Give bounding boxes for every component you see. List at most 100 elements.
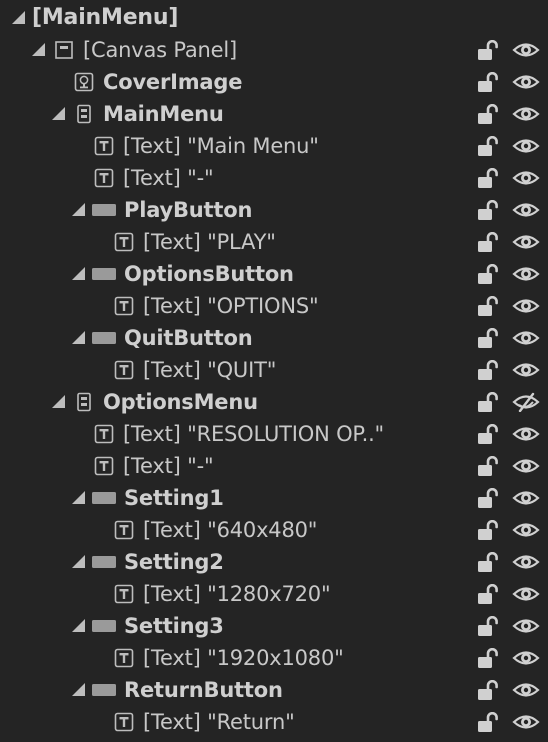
unlocked-padlock-icon[interactable]	[477, 648, 501, 670]
text-icon	[114, 520, 134, 540]
expand-arrow-icon[interactable]	[52, 107, 65, 120]
tree-row-optionsbutton[interactable]: OptionsButton	[0, 258, 548, 290]
unlocked-padlock-icon[interactable]	[477, 40, 501, 62]
tree-row-setting3[interactable]: Setting3	[0, 610, 548, 642]
expand-arrow-icon[interactable]	[52, 395, 65, 408]
tree-item-label: QuitButton	[124, 326, 253, 350]
tree-item-label: [Text] "Return"	[143, 710, 295, 734]
unlocked-padlock-icon[interactable]	[477, 584, 501, 606]
text-icon	[114, 296, 134, 316]
tree-row-text-quit[interactable]: [Text] "QUIT"	[0, 354, 548, 386]
eye-icon[interactable]	[512, 488, 540, 508]
unlocked-padlock-icon[interactable]	[477, 456, 501, 478]
unlocked-padlock-icon[interactable]	[477, 712, 501, 734]
expand-arrow-icon[interactable]	[32, 43, 45, 56]
tree-row-canvas-panel[interactable]: [Canvas Panel]	[0, 34, 548, 66]
tree-row-mainmenu[interactable]: MainMenu	[0, 98, 548, 130]
eye-icon[interactable]	[512, 456, 540, 476]
tree-item-label: Setting1	[124, 486, 224, 510]
unlocked-padlock-icon[interactable]	[477, 552, 501, 574]
tree-row-setting2[interactable]: Setting2	[0, 546, 548, 578]
tree-row-optionsmenu[interactable]: OptionsMenu	[0, 386, 548, 418]
eye-icon[interactable]	[512, 104, 540, 124]
button-icon	[92, 680, 116, 700]
tree-row-quitbutton[interactable]: QuitButton	[0, 322, 548, 354]
eye-icon[interactable]	[512, 648, 540, 668]
unlocked-padlock-icon[interactable]	[477, 232, 501, 254]
unlocked-padlock-icon[interactable]	[477, 200, 501, 222]
tree-row-text-resolution-op[interactable]: [Text] "RESOLUTION OP.."	[0, 418, 548, 450]
text-icon	[114, 232, 134, 252]
unlocked-padlock-icon[interactable]	[477, 488, 501, 510]
tree-item-label: ReturnButton	[124, 678, 283, 702]
expand-arrow-icon[interactable]	[72, 491, 85, 504]
expand-arrow-icon[interactable]	[72, 619, 85, 632]
tree-row-text[interactable]: [Text] "-"	[0, 450, 548, 482]
tree-row-text-main-menu[interactable]: [Text] "Main Menu"	[0, 130, 548, 162]
tree-item-label: [Text] "RESOLUTION OP.."	[123, 422, 385, 446]
unlocked-padlock-icon[interactable]	[477, 424, 501, 446]
eye-hidden-icon[interactable]	[512, 392, 540, 412]
text-icon	[94, 424, 114, 444]
tree-row-playbutton[interactable]: PlayButton	[0, 194, 548, 226]
tree-item-label: [Canvas Panel]	[83, 38, 237, 62]
tree-row-text-1920x1080[interactable]: [Text] "1920x1080"	[0, 642, 548, 674]
tree-item-label: OptionsButton	[124, 262, 294, 286]
tree-row-returnbutton[interactable]: ReturnButton	[0, 674, 548, 706]
eye-icon[interactable]	[512, 584, 540, 604]
tree-row-mainmenu[interactable]: [MainMenu]	[0, 2, 548, 34]
tree-item-label: [Text] "Main Menu"	[123, 134, 319, 158]
eye-icon[interactable]	[512, 136, 540, 156]
expand-arrow-icon[interactable]	[72, 203, 85, 216]
expand-arrow-icon[interactable]	[72, 331, 85, 344]
eye-icon[interactable]	[512, 296, 540, 316]
eye-icon[interactable]	[512, 360, 540, 380]
eye-icon[interactable]	[512, 616, 540, 636]
vertical-box-icon	[74, 392, 94, 412]
expand-arrow-icon[interactable]	[72, 555, 85, 568]
unlocked-padlock-icon[interactable]	[477, 104, 501, 126]
unlocked-padlock-icon[interactable]	[477, 264, 501, 286]
unlocked-padlock-icon[interactable]	[477, 136, 501, 158]
tree-item-label: [Text] "QUIT"	[143, 358, 277, 382]
expand-arrow-icon[interactable]	[72, 267, 85, 280]
tree-row-setting1[interactable]: Setting1	[0, 482, 548, 514]
tree-item-label: [Text] "1280x720"	[143, 582, 331, 606]
tree-item-label: [Text] "-"	[123, 454, 214, 478]
tree-row-coverimage[interactable]: CoverImage	[0, 66, 548, 98]
unlocked-padlock-icon[interactable]	[477, 168, 501, 190]
expand-arrow-icon[interactable]	[72, 683, 85, 696]
eye-icon[interactable]	[512, 72, 540, 92]
text-icon	[94, 136, 114, 156]
eye-icon[interactable]	[512, 40, 540, 60]
eye-icon[interactable]	[512, 712, 540, 732]
unlocked-padlock-icon[interactable]	[477, 680, 501, 702]
eye-icon[interactable]	[512, 168, 540, 188]
tree-row-text-options[interactable]: [Text] "OPTIONS"	[0, 290, 548, 322]
tree-row-text-play[interactable]: [Text] "PLAY"	[0, 226, 548, 258]
text-icon	[114, 648, 134, 668]
unlocked-padlock-icon[interactable]	[477, 520, 501, 542]
eye-icon[interactable]	[512, 200, 540, 220]
tree-item-label: CoverImage	[103, 70, 243, 94]
unlocked-padlock-icon[interactable]	[477, 616, 501, 638]
unlocked-padlock-icon[interactable]	[477, 328, 501, 350]
eye-icon[interactable]	[512, 264, 540, 284]
eye-icon[interactable]	[512, 680, 540, 700]
canvas-panel-icon	[54, 40, 74, 60]
eye-icon[interactable]	[512, 232, 540, 252]
tree-row-text[interactable]: [Text] "-"	[0, 162, 548, 194]
eye-icon[interactable]	[512, 328, 540, 348]
tree-row-text-return[interactable]: [Text] "Return"	[0, 706, 548, 738]
tree-row-text-1280x720[interactable]: [Text] "1280x720"	[0, 578, 548, 610]
text-icon	[94, 456, 114, 476]
unlocked-padlock-icon[interactable]	[477, 72, 501, 94]
eye-icon[interactable]	[512, 520, 540, 540]
unlocked-padlock-icon[interactable]	[477, 392, 501, 414]
eye-icon[interactable]	[512, 552, 540, 572]
eye-icon[interactable]	[512, 424, 540, 444]
tree-row-text-640x480[interactable]: [Text] "640x480"	[0, 514, 548, 546]
expand-arrow-icon[interactable]	[12, 11, 25, 24]
unlocked-padlock-icon[interactable]	[477, 296, 501, 318]
unlocked-padlock-icon[interactable]	[477, 360, 501, 382]
